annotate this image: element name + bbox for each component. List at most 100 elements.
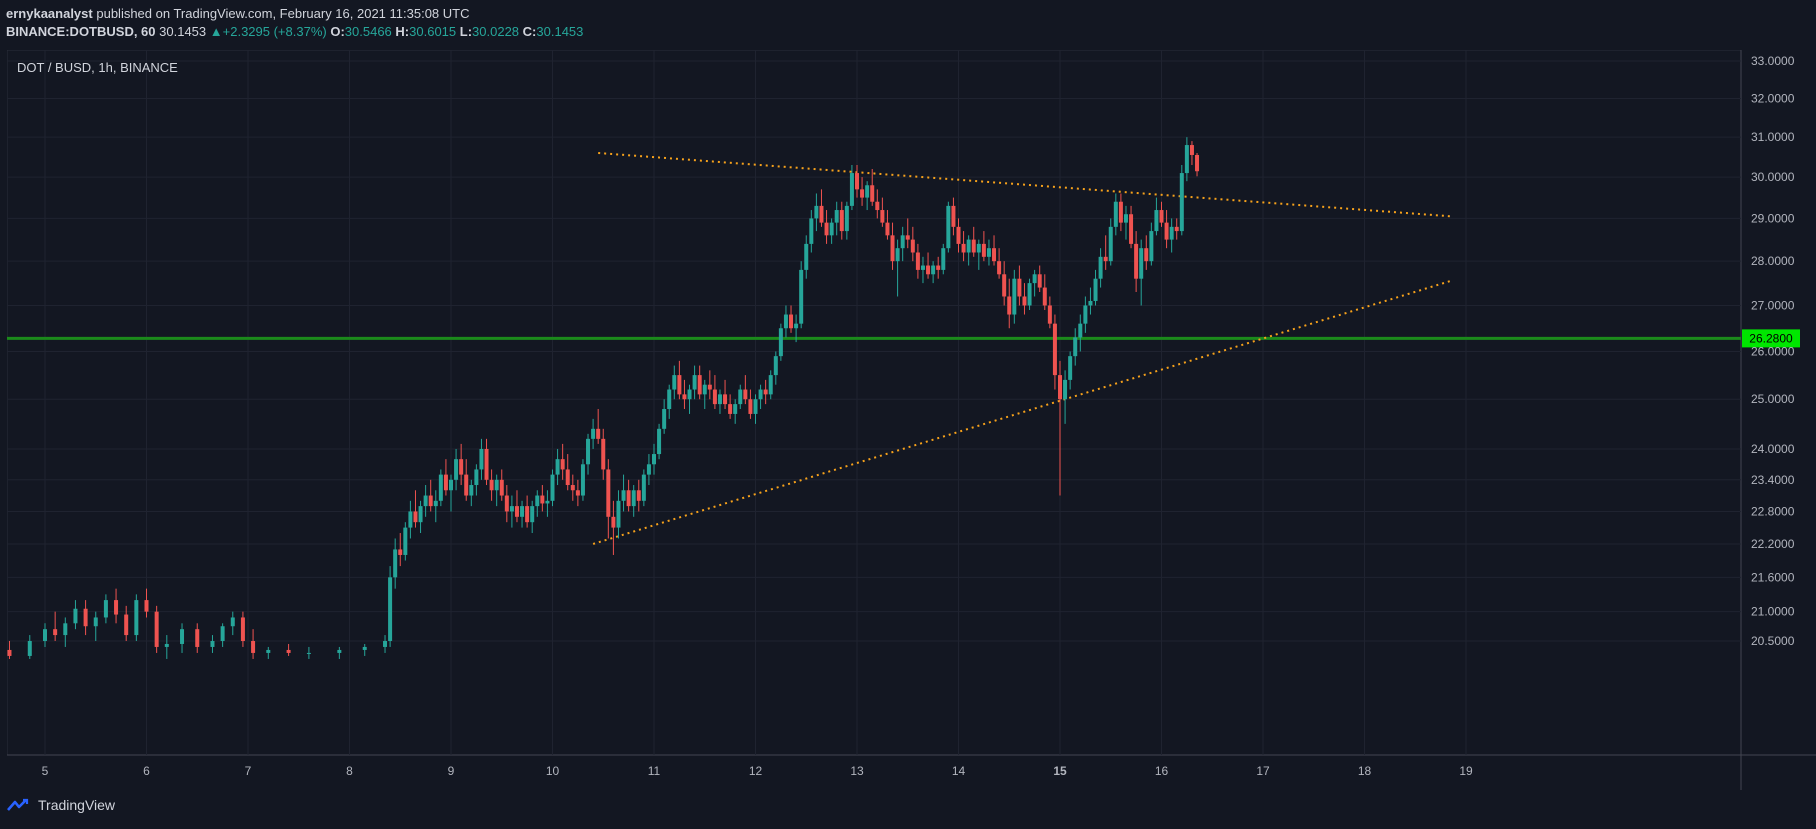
change-value: +2.3295 (+8.37%) <box>222 24 327 39</box>
candle-body <box>1195 154 1200 172</box>
candle-body <box>707 384 712 390</box>
candle-body <box>560 459 565 470</box>
y-tick-label: 28.0000 <box>1751 254 1795 268</box>
candle-body <box>1184 145 1189 174</box>
candle-body <box>920 265 925 270</box>
trendline-upper[interactable] <box>598 151 1451 218</box>
candle-body <box>418 506 423 523</box>
candle-body <box>443 474 448 491</box>
candle-body <box>702 384 707 395</box>
candle-body <box>413 511 418 523</box>
candle-body <box>114 600 119 615</box>
candle-body <box>494 479 499 491</box>
candle-body <box>1134 243 1139 279</box>
candle-body <box>915 252 920 270</box>
candle-body <box>895 248 900 262</box>
x-tick-label: 9 <box>448 764 455 778</box>
candle-body <box>423 495 428 507</box>
x-tick-label: 18 <box>1358 764 1372 778</box>
candle-body <box>428 495 433 507</box>
candle-body <box>931 265 936 275</box>
candle-body <box>682 394 687 400</box>
x-tick-label: 10 <box>546 764 560 778</box>
candle-body <box>438 474 443 501</box>
candle-body <box>591 428 596 439</box>
candle-body <box>1118 201 1123 223</box>
x-tick-label: 8 <box>346 764 353 778</box>
candle-body <box>1123 214 1128 223</box>
candle-body <box>154 611 159 647</box>
price-chart[interactable]: 26.2800 33.0000 32.0000 31.0000 30.0000 29.0… <box>7 50 1816 790</box>
candle-body <box>1012 278 1017 315</box>
candle-body <box>621 490 626 501</box>
candle-body <box>966 239 971 253</box>
candle-body <box>403 527 408 555</box>
candle-body <box>504 495 509 512</box>
candle-body <box>545 500 550 504</box>
candle-body <box>646 464 651 475</box>
candle-body <box>7 649 12 656</box>
candle-body <box>124 614 129 636</box>
price-axis[interactable]: 33.0000 32.0000 31.0000 30.0000 29.0000 28.00… <box>1751 54 1795 648</box>
y-tick-label: 23.4000 <box>1751 473 1795 487</box>
candle-body <box>240 617 245 641</box>
candle-body <box>712 389 717 405</box>
time-axis[interactable]: 5 6 7 8 9 10 11 12 13 14 15 16 17 18 19 <box>42 764 1473 778</box>
candle-body <box>616 500 621 528</box>
candle-body <box>961 243 966 253</box>
candle-body <box>479 448 484 470</box>
x-tick-label: 11 <box>648 764 661 778</box>
candle-body <box>520 506 525 517</box>
trendlines[interactable] <box>592 151 1452 545</box>
y-tick-label: 30.0000 <box>1751 170 1795 184</box>
open-value: 30.5466 <box>344 24 392 39</box>
candle-body <box>1058 375 1062 400</box>
candle-body <box>1027 283 1032 306</box>
candle-body <box>1037 274 1042 288</box>
trendline-lower[interactable] <box>592 279 1452 545</box>
candle-body <box>905 235 910 240</box>
y-tick-label: 25.0000 <box>1751 392 1795 406</box>
candle-body <box>73 608 78 624</box>
candle-body <box>758 389 763 400</box>
ohlc-bar: BINANCE:DOTBUSD, 60 30.1453 ▲+2.3295 (+8… <box>6 23 583 41</box>
x-tick-label: 5 <box>42 764 49 778</box>
candle-body <box>824 222 829 236</box>
y-tick-label: 22.2000 <box>1751 537 1795 551</box>
candle-body <box>941 248 946 270</box>
x-tick-label: 14 <box>952 764 966 778</box>
candle-body <box>596 428 601 439</box>
candle-body <box>1047 305 1052 324</box>
candle-body <box>535 495 540 507</box>
chart-svg[interactable]: 26.2800 33.0000 32.0000 31.0000 30.0000 29.0… <box>7 50 1816 790</box>
candle-body <box>1144 248 1149 262</box>
candle-body <box>509 506 514 512</box>
x-tick-label: 16 <box>1155 764 1169 778</box>
candle-body <box>43 629 47 641</box>
high-label: H: <box>395 24 410 39</box>
candle-body <box>433 500 438 507</box>
candle-body <box>753 399 758 414</box>
candle-body <box>976 243 981 253</box>
candle-body <box>1098 256 1103 279</box>
candle-body <box>748 399 753 414</box>
tradingview-logo-icon <box>7 798 29 811</box>
candle-body <box>743 389 748 400</box>
candle-body <box>134 600 139 636</box>
candle-body <box>83 608 88 627</box>
candle-body <box>540 495 545 504</box>
author-name[interactable]: ernykaanalyst <box>6 6 93 21</box>
candle-body <box>388 577 393 641</box>
candle-body <box>789 314 794 329</box>
candle-body <box>1189 145 1194 155</box>
y-tick-label: 31.0000 <box>1751 130 1795 144</box>
candle-body <box>657 428 662 455</box>
candle-body <box>565 469 570 486</box>
candle-body <box>195 629 200 647</box>
tradingview-footer[interactable]: TradingView <box>6 797 115 813</box>
support-line[interactable]: 26.2800 <box>7 329 1800 348</box>
candle-body <box>1002 274 1007 297</box>
y-tick-label: 29.0000 <box>1751 211 1795 225</box>
candle-body <box>768 375 773 395</box>
candle-body <box>829 222 834 236</box>
